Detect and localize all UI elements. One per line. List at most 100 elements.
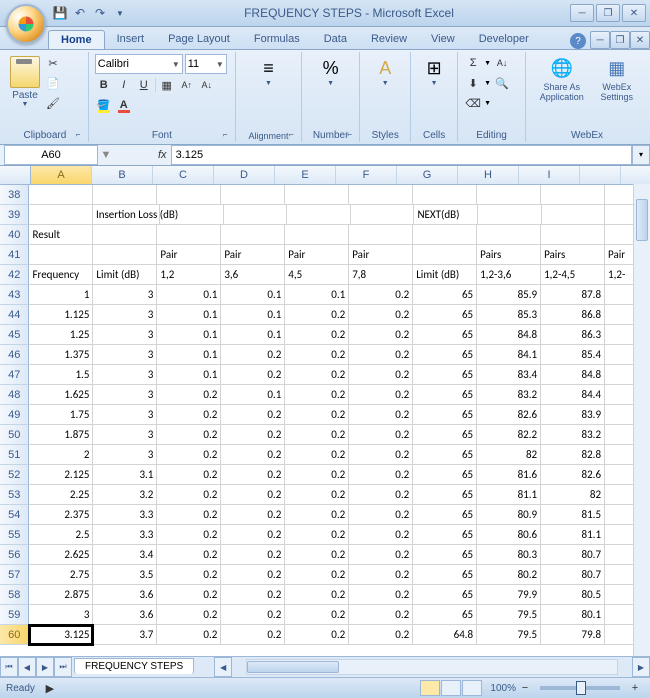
cell-B52[interactable]: 3.1 [93,465,157,485]
cell-H45[interactable]: 84.8 [477,325,541,345]
cell-H40[interactable] [477,225,541,245]
cell-H55[interactable]: 80.6 [477,525,541,545]
zoom-out-icon[interactable]: − [516,679,534,697]
row-header-42[interactable]: 42 [0,265,29,285]
cell-E56[interactable]: 0.2 [285,545,349,565]
cell-C41[interactable]: Pair [157,245,221,265]
cell-I44[interactable]: 86.8 [541,305,605,325]
cell-E46[interactable]: 0.2 [285,345,349,365]
cells-button[interactable]: ⊞ ▼ [417,54,451,89]
font-dialog-icon[interactable]: ⌐ [223,130,233,140]
cell-F48[interactable]: 0.2 [349,385,413,405]
share-as-button[interactable]: 🌐 Share As Application [532,54,592,104]
row-header-39[interactable]: 39 [0,205,29,225]
cell-F50[interactable]: 0.2 [349,425,413,445]
cell-A42[interactable]: Frequency [29,265,93,285]
prev-sheet-icon[interactable]: ◀ [18,657,36,677]
cell-I46[interactable]: 85.4 [541,345,605,365]
cell-G57[interactable]: 65 [413,565,477,585]
cell-B56[interactable]: 3.4 [93,545,157,565]
cell-A51[interactable]: 2 [29,445,93,465]
format-painter-icon[interactable]: 🖌 [44,94,62,112]
cell-E47[interactable]: 0.2 [285,365,349,385]
cell-F38[interactable] [349,185,413,205]
cell-E50[interactable]: 0.2 [285,425,349,445]
cell-C56[interactable]: 0.2 [157,545,221,565]
fx-icon[interactable]: fx [154,149,171,161]
hscroll-right-icon[interactable]: ▶ [632,657,650,677]
cell-C53[interactable]: 0.2 [157,485,221,505]
cell-C59[interactable]: 0.2 [157,605,221,625]
cell-D56[interactable]: 0.2 [221,545,285,565]
fill-color-icon[interactable]: 🪣 [95,96,113,114]
cell-F60[interactable]: 0.2 [349,625,413,645]
row-header-50[interactable]: 50 [0,425,29,445]
cell-C54[interactable]: 0.2 [157,505,221,525]
cell-E49[interactable]: 0.2 [285,405,349,425]
cell-D59[interactable]: 0.2 [221,605,285,625]
cell-C50[interactable]: 0.2 [157,425,221,445]
cell-H59[interactable]: 79.5 [477,605,541,625]
row-header-43[interactable]: 43 [0,285,29,305]
cell-E55[interactable]: 0.2 [285,525,349,545]
formula-expand-icon[interactable]: ▾ [632,145,650,165]
cell-D45[interactable]: 0.1 [221,325,285,345]
cell-E60[interactable]: 0.2 [285,625,349,645]
cell-B55[interactable]: 3.3 [93,525,157,545]
cell-D44[interactable]: 0.1 [221,305,285,325]
cell-I40[interactable] [541,225,605,245]
select-all-cell[interactable] [0,166,31,184]
find-icon[interactable]: 🔍 [493,74,511,92]
cell-I47[interactable]: 84.8 [541,365,605,385]
fill-icon[interactable]: ⬇ [464,74,482,92]
cell-G45[interactable]: 65 [413,325,477,345]
cell-I45[interactable]: 86.3 [541,325,605,345]
ribbon-tab-insert[interactable]: Insert [105,30,157,49]
row-header-45[interactable]: 45 [0,325,29,345]
cell-E58[interactable]: 0.2 [285,585,349,605]
cell-B51[interactable]: 3 [93,445,157,465]
cell-G42[interactable]: Limit (dB) [413,265,477,285]
cell-A60[interactable]: 3.125 [29,625,93,645]
vertical-scrollbar[interactable] [633,184,650,656]
cell-F39[interactable] [351,205,415,225]
cell-G48[interactable]: 65 [413,385,477,405]
cell-A49[interactable]: 1.75 [29,405,93,425]
cell-A39[interactable] [29,205,93,225]
border-icon[interactable]: ▦ [158,76,176,94]
cell-D58[interactable]: 0.2 [221,585,285,605]
cell-F54[interactable]: 0.2 [349,505,413,525]
cell-I43[interactable]: 87.8 [541,285,605,305]
cell-I56[interactable]: 80.7 [541,545,605,565]
cell-H38[interactable] [477,185,541,205]
cell-F53[interactable]: 0.2 [349,485,413,505]
cell-G47[interactable]: 65 [413,365,477,385]
cell-D49[interactable]: 0.2 [221,405,285,425]
cell-E54[interactable]: 0.2 [285,505,349,525]
cell-G51[interactable]: 65 [413,445,477,465]
cell-B42[interactable]: Limit (dB) [93,265,157,285]
cell-C46[interactable]: 0.1 [157,345,221,365]
cell-D47[interactable]: 0.2 [221,365,285,385]
horizontal-scrollbar[interactable] [246,659,618,675]
row-header-52[interactable]: 52 [0,465,29,485]
sort-icon[interactable]: A↓ [493,54,511,72]
cell-H49[interactable]: 82.6 [477,405,541,425]
number-dialog-icon[interactable]: ⌐ [347,130,357,140]
cell-I50[interactable]: 83.2 [541,425,605,445]
cell-I48[interactable]: 84.4 [541,385,605,405]
row-header-55[interactable]: 55 [0,525,29,545]
cell-D55[interactable]: 0.2 [221,525,285,545]
cell-A59[interactable]: 3 [29,605,93,625]
workbook-minimize-button[interactable]: ─ [590,31,610,49]
row-header-41[interactable]: 41 [0,245,29,265]
cell-A47[interactable]: 1.5 [29,365,93,385]
cell-G40[interactable] [413,225,477,245]
font-size-combo[interactable]: 11▼ [185,54,227,74]
cell-B54[interactable]: 3.3 [93,505,157,525]
cell-G38[interactable] [413,185,477,205]
cell-I58[interactable]: 80.5 [541,585,605,605]
cell-F46[interactable]: 0.2 [349,345,413,365]
cell-B49[interactable]: 3 [93,405,157,425]
grow-font-icon[interactable]: A↑ [178,76,196,94]
